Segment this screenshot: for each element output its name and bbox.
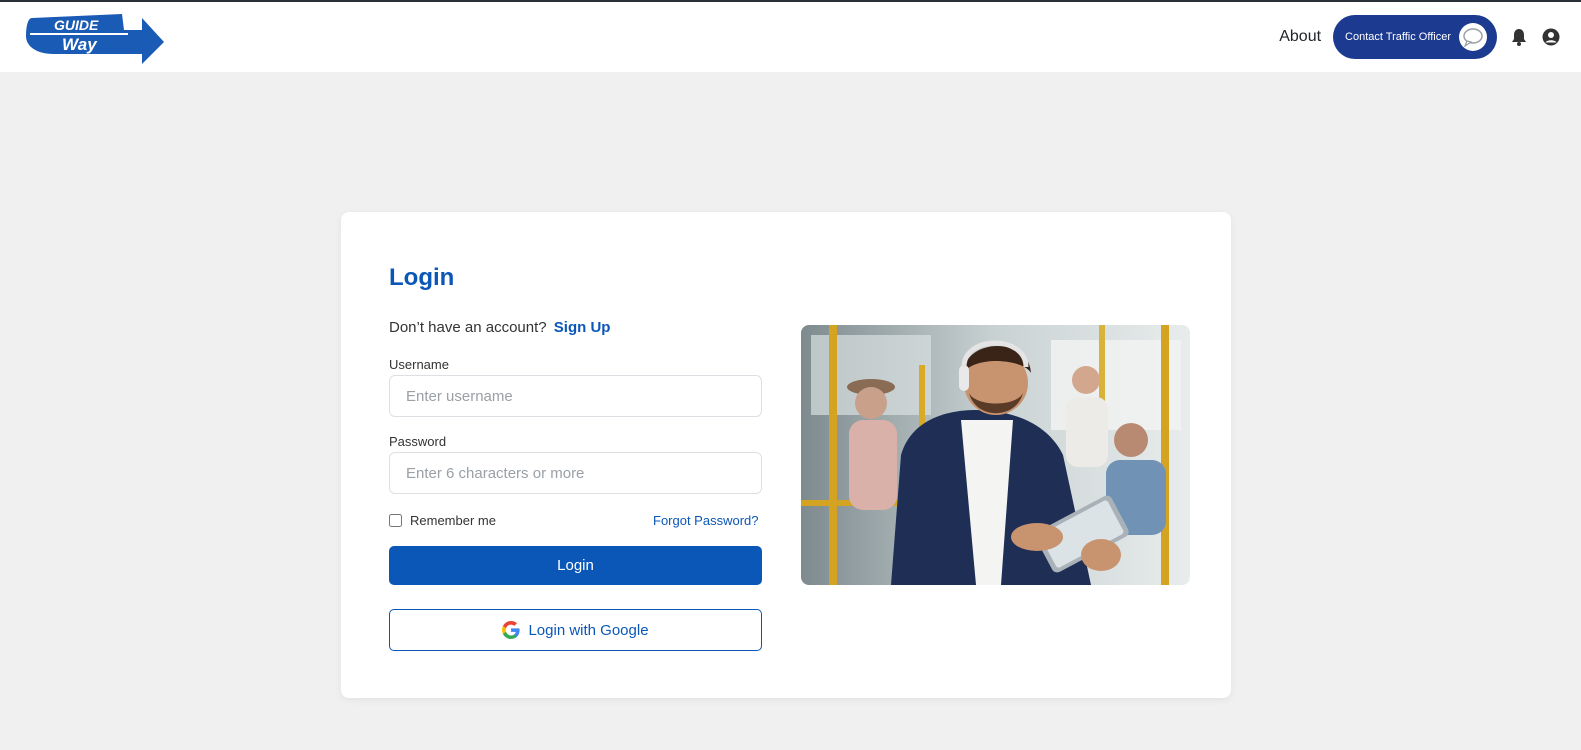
nav-actions: About Contact Traffic Officer [1279, 15, 1561, 59]
google-icon [502, 621, 521, 639]
username-input[interactable] [389, 375, 762, 417]
username-label: Username [389, 357, 449, 372]
hero-image-man-with-tablet-on-bus [801, 325, 1190, 585]
signup-prompt: Don’t have an account? Sign Up [389, 319, 610, 336]
navbar: GUIDE Way About Contact Traffic Officer [0, 2, 1581, 72]
signup-link[interactable]: Sign Up [554, 319, 611, 336]
guideway-logo[interactable]: GUIDE Way [24, 12, 166, 66]
logo-text-bottom: Way [62, 35, 98, 54]
contact-traffic-officer-button[interactable]: Contact Traffic Officer [1333, 15, 1497, 59]
google-button-label: Login with Google [528, 621, 649, 639]
password-input[interactable] [389, 452, 762, 494]
remember-me-checkbox[interactable] [389, 514, 402, 527]
login-card: Login Don’t have an account? Sign Up Use… [341, 212, 1231, 698]
logo-text-top: GUIDE [54, 17, 99, 33]
user-circle-icon[interactable] [1541, 27, 1561, 47]
password-label: Password [389, 434, 447, 449]
chat-bubble-icon [1459, 23, 1487, 51]
login-title: Login [389, 264, 455, 291]
no-account-text: Don’t have an account? [389, 319, 547, 336]
forgot-password-link[interactable]: Forgot Password? [653, 513, 759, 528]
about-link[interactable]: About [1279, 28, 1321, 46]
remember-me-label: Remember me [410, 513, 496, 528]
login-with-google-button[interactable]: Login with Google [389, 609, 762, 651]
bell-icon[interactable] [1509, 27, 1529, 47]
remember-me: Remember me [389, 513, 496, 528]
contact-label: Contact Traffic Officer [1345, 31, 1451, 43]
login-button[interactable]: Login [389, 546, 762, 585]
